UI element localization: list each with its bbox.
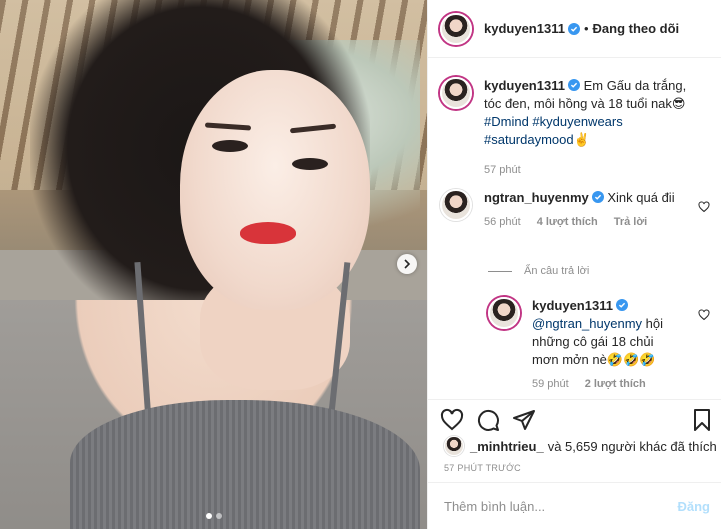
comment-likes[interactable]: 4 lượt thích	[537, 215, 598, 229]
hide-replies-toggle[interactable]: Ẩn câu trả lời	[488, 265, 589, 277]
add-comment-form: Đăng	[428, 482, 721, 529]
hide-replies-label[interactable]: Ẩn câu trả lời	[524, 265, 589, 277]
liker-username[interactable]: _minhtrieu_	[470, 439, 544, 454]
verified-badge-icon	[567, 22, 580, 35]
carousel-dot	[215, 513, 222, 519]
comment-input[interactable]	[444, 498, 678, 514]
liker-avatar[interactable]	[444, 436, 464, 456]
verified-badge-icon	[615, 299, 628, 311]
reply-button[interactable]: Trả lời	[614, 215, 648, 229]
author-avatar[interactable]	[440, 12, 472, 45]
post-actions-bar	[428, 399, 721, 435]
comment-time[interactable]: 56 phút	[484, 215, 521, 229]
reply-item: kyduyen1311 @ngtran_huyenmy hội những cô…	[488, 297, 710, 391]
carousel-dot	[205, 513, 212, 519]
comment-like-heart-icon[interactable]	[698, 201, 710, 213]
photo-eye-right	[292, 158, 328, 170]
carousel-next-button[interactable]	[397, 254, 417, 274]
caption-avatar[interactable]	[440, 77, 472, 109]
post-photo[interactable]	[0, 0, 427, 529]
post-timestamp[interactable]: 57 PHÚT TRƯỚC	[444, 463, 521, 473]
reply-like-heart-icon[interactable]	[698, 309, 710, 321]
post-details-panel: kyduyen1311 • Đang theo dõi kyduyen1311 …	[427, 0, 721, 529]
caption-text-line2: tóc đen, môi hồng và 18 tuổi nak😎	[484, 96, 686, 111]
photo-eye-left	[212, 140, 248, 152]
reply-likes[interactable]: 2 lượt thích	[585, 377, 646, 391]
reply-mention[interactable]: @ngtran_huyenmy	[532, 316, 642, 331]
chevron-right-icon	[404, 259, 411, 269]
following-button[interactable]: Đang theo dõi	[593, 21, 680, 36]
liked-by-text[interactable]: và 5,659 người khác đã thích	[548, 439, 717, 454]
verified-badge-icon	[591, 191, 604, 203]
heart-icon[interactable]	[440, 408, 464, 432]
caption-hashtags-line2[interactable]: #saturdaymood✌️	[484, 131, 686, 149]
photo-face	[180, 70, 370, 310]
bookmark-icon[interactable]	[690, 408, 714, 432]
comment-bubble-icon[interactable]	[476, 408, 500, 432]
liked-by-summary: _minhtrieu_ và 5,659 người khác đã thích	[444, 436, 717, 456]
photo-lips	[240, 222, 296, 244]
caption-hashtags-line1[interactable]: #Dmind #kyduyenwears	[484, 113, 686, 131]
commenter-avatar[interactable]	[440, 189, 472, 221]
caption-text-line1: Em Gấu da trắng,	[583, 78, 687, 93]
header-separator: •	[583, 21, 589, 36]
comments-section: kyduyen1311 Em Gấu da trắng, tóc đen, mô…	[428, 59, 721, 399]
comment-text: Xink quá đii	[607, 190, 675, 205]
caption-username[interactable]: kyduyen1311	[484, 78, 565, 93]
hide-replies-line	[488, 270, 512, 272]
post-header: kyduyen1311 • Đang theo dõi	[428, 0, 721, 58]
carousel-indicator	[0, 513, 427, 519]
paper-plane-icon[interactable]	[512, 408, 536, 432]
verified-badge-icon	[567, 79, 580, 91]
author-username[interactable]: kyduyen1311	[484, 21, 565, 36]
commenter-username[interactable]: ngtran_huyenmy	[484, 190, 589, 205]
reply-avatar[interactable]	[488, 297, 520, 329]
caption-time[interactable]: 57 phút	[484, 163, 521, 177]
photo-knit-top	[70, 400, 420, 529]
post-comment-button[interactable]: Đăng	[678, 499, 711, 514]
reply-time[interactable]: 59 phút	[532, 377, 569, 391]
reply-username[interactable]: kyduyen1311	[532, 298, 613, 313]
caption-block: kyduyen1311 Em Gấu da trắng, tóc đen, mô…	[440, 77, 710, 177]
comment-item: ngtran_huyenmy Xink quá đii 56 phút 4 lư…	[440, 189, 710, 229]
